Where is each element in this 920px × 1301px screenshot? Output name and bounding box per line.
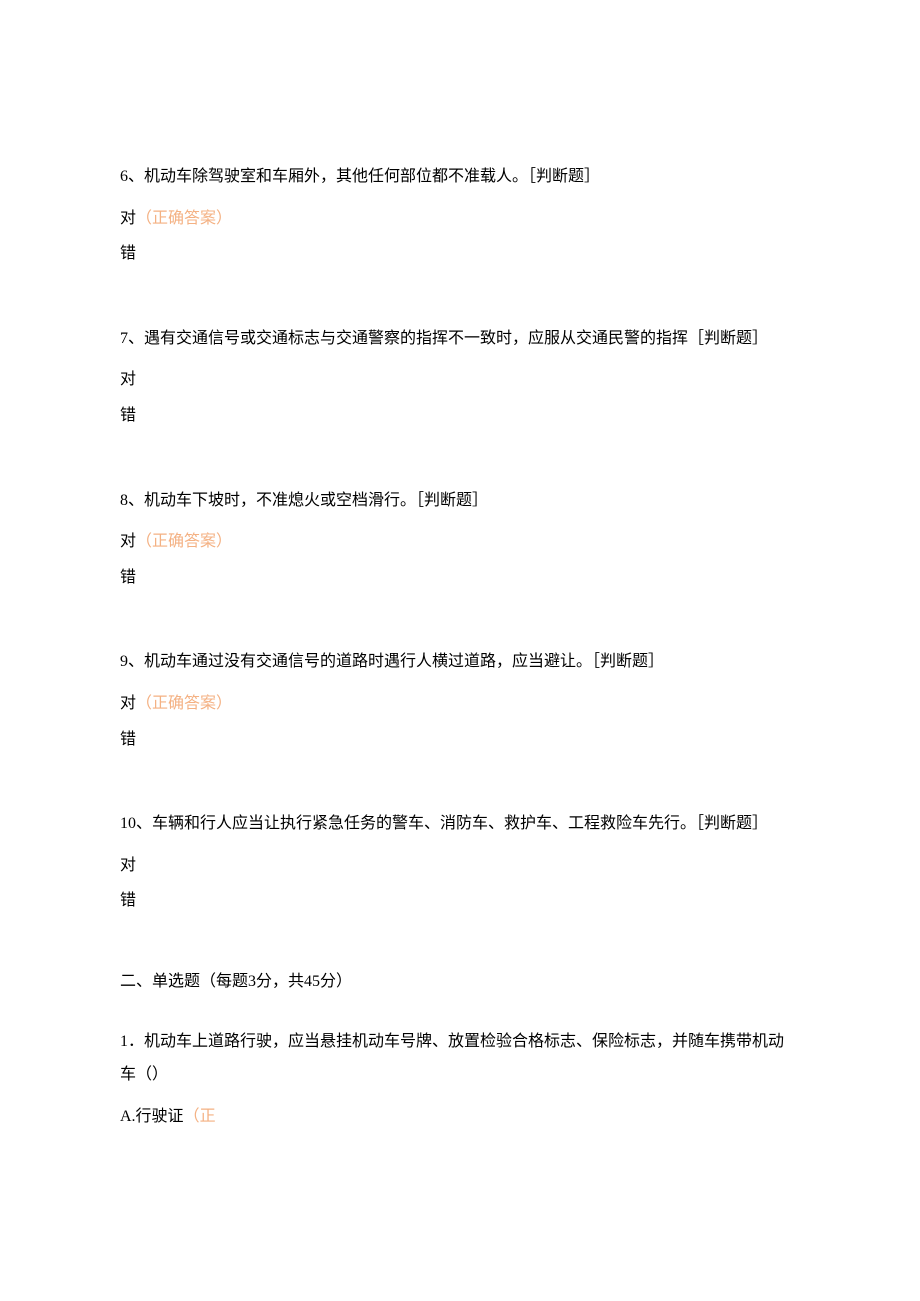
correct-answer-marker: （正 xyxy=(184,1108,216,1125)
option-true-label: 对 xyxy=(120,857,136,874)
question-9: 9、机动车通过没有交通信号的道路时遇行人横过道路，应当避让。［判断题］ 对（正确… xyxy=(120,645,800,752)
question-9-option-false: 错 xyxy=(120,727,800,753)
option-false-label: 错 xyxy=(120,892,136,909)
mc-question-1-option-a: A.行驶证（正 xyxy=(120,1104,800,1130)
question-8-text: 8、机动车下坡时，不准熄火或空档滑行。［判断题］ xyxy=(120,484,800,518)
option-true-label: 对 xyxy=(120,695,136,712)
option-false-label: 错 xyxy=(120,569,136,586)
option-true-label: 对 xyxy=(120,371,136,388)
question-6-option-false: 错 xyxy=(120,241,800,267)
question-body: 机动车除驾驶室和车厢外，其他任何部位都不准载人。［判断题］ xyxy=(144,168,600,185)
question-body: 机动车下坡时，不准熄火或空档滑行。［判断题］ xyxy=(144,492,488,509)
question-7-option-true: 对 xyxy=(120,367,800,393)
option-true-label: 对 xyxy=(120,210,136,227)
correct-answer-marker: （正确答案） xyxy=(136,533,232,550)
question-10-text: 10、车辆和行人应当让执行紧急任务的警车、消防车、救护车、工程救险车先行。［判断… xyxy=(120,807,800,841)
question-9-text: 9、机动车通过没有交通信号的道路时遇行人横过道路，应当避让。［判断题］ xyxy=(120,645,800,679)
correct-answer-marker: （正确答案） xyxy=(136,210,232,227)
question-number: 6、 xyxy=(120,168,144,185)
question-8-option-false: 错 xyxy=(120,565,800,591)
correct-answer-marker: （正确答案） xyxy=(136,695,232,712)
mc-question-1: 1．机动车上道路行驶，应当悬挂机动车号牌、放置检验合格标志、保险标志，并随车携带… xyxy=(120,1025,800,1130)
question-body: 遇有交通信号或交通标志与交通警察的指挥不一致时，应服从交通民警的指挥［判断题］ xyxy=(144,330,768,347)
question-6-option-true: 对（正确答案） xyxy=(120,206,800,232)
section-2-header: 二、单选题（每题3分，共45分） xyxy=(120,969,800,995)
question-number: 7、 xyxy=(120,330,144,347)
mc-question-1-text: 1．机动车上道路行驶，应当悬挂机动车号牌、放置检验合格标志、保险标志，并随车携带… xyxy=(120,1025,800,1092)
question-body: 机动车上道路行驶，应当悬挂机动车号牌、放置检验合格标志、保险标志，并随车携带机动… xyxy=(120,1033,784,1084)
question-body: 车辆和行人应当让执行紧急任务的警车、消防车、救护车、工程救险车先行。［判断题］ xyxy=(152,815,768,832)
question-number: 10、 xyxy=(120,815,152,832)
option-a-label: A.行驶证 xyxy=(120,1108,184,1125)
question-7-option-false: 错 xyxy=(120,403,800,429)
section-2-title: 二、单选题（每题3分，共45分） xyxy=(120,973,352,990)
question-10: 10、车辆和行人应当让执行紧急任务的警车、消防车、救护车、工程救险车先行。［判断… xyxy=(120,807,800,914)
question-number: 9、 xyxy=(120,653,144,670)
question-body: 机动车通过没有交通信号的道路时遇行人横过道路，应当避让。［判断题］ xyxy=(144,653,664,670)
question-8-option-true: 对（正确答案） xyxy=(120,529,800,555)
option-false-label: 错 xyxy=(120,731,136,748)
question-9-option-true: 对（正确答案） xyxy=(120,691,800,717)
option-true-label: 对 xyxy=(120,533,136,550)
question-number: 8、 xyxy=(120,492,144,509)
option-false-label: 错 xyxy=(120,407,136,424)
question-8: 8、机动车下坡时，不准熄火或空档滑行。［判断题］ 对（正确答案） 错 xyxy=(120,484,800,591)
question-10-option-false: 错 xyxy=(120,888,800,914)
question-10-option-true: 对 xyxy=(120,853,800,879)
question-7: 7、遇有交通信号或交通标志与交通警察的指挥不一致时，应服从交通民警的指挥［判断题… xyxy=(120,322,800,429)
question-number: 1． xyxy=(120,1033,144,1050)
option-false-label: 错 xyxy=(120,245,136,262)
question-6: 6、机动车除驾驶室和车厢外，其他任何部位都不准载人。［判断题］ 对（正确答案） … xyxy=(120,160,800,267)
question-6-text: 6、机动车除驾驶室和车厢外，其他任何部位都不准载人。［判断题］ xyxy=(120,160,800,194)
question-7-text: 7、遇有交通信号或交通标志与交通警察的指挥不一致时，应服从交通民警的指挥［判断题… xyxy=(120,322,800,356)
